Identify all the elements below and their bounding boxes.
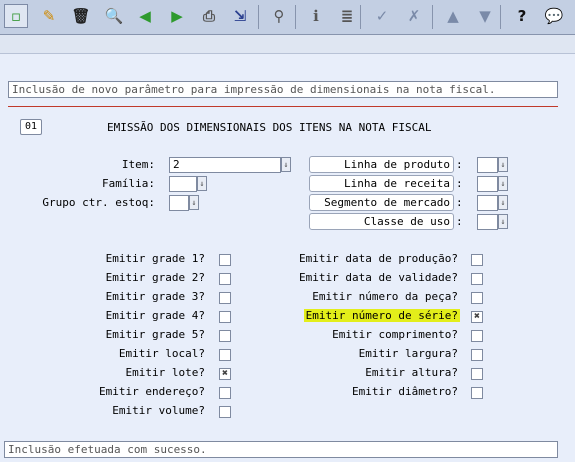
familia-input[interactable]: [169, 176, 197, 192]
first-record-icon[interactable]: ▲: [442, 5, 464, 27]
checkbox[interactable]: [471, 349, 483, 361]
search-icon[interactable]: 🔍: [103, 5, 125, 27]
description-field[interactable]: Inclusão de novo parâmetro para impressã…: [8, 81, 558, 98]
item-lookup-button[interactable]: ⇓: [281, 157, 291, 172]
checkbox[interactable]: [471, 330, 483, 342]
help-icon[interactable]: ?: [511, 5, 533, 27]
checkbox[interactable]: [219, 330, 231, 342]
colon-label: :: [456, 196, 463, 209]
checkbox-label: Emitir grade 3?: [105, 290, 205, 303]
info-icon[interactable]: ℹ: [305, 5, 327, 27]
checkbox[interactable]: ✖: [219, 368, 231, 380]
checkbox-label: Emitir grade 2?: [105, 271, 205, 284]
new-document-icon[interactable]: ▫: [4, 4, 28, 28]
grupo-lookup-button[interactable]: ⇓: [189, 195, 199, 210]
status-message: Inclusão efetuada com sucesso.: [4, 441, 558, 458]
checkbox[interactable]: [471, 387, 483, 399]
previous-icon[interactable]: ◀: [134, 5, 156, 27]
page-title: EMISSÃO DOS DIMENSIONAIS DOS ITENS NA NO…: [107, 121, 432, 134]
checkbox[interactable]: [471, 368, 483, 380]
numbered-list-icon[interactable]: ≣: [336, 5, 358, 27]
checkbox-label: Emitir volume?: [112, 404, 205, 417]
checkbox-label: Emitir lote?: [125, 366, 205, 379]
toolbar-separator: [432, 5, 433, 29]
colon-label: :: [456, 215, 463, 228]
binoculars-icon[interactable]: ⚲: [268, 5, 290, 27]
familia-lookup-button[interactable]: ⇓: [197, 176, 207, 191]
checkbox-label: Emitir grade 1?: [105, 252, 205, 265]
colon-label: :: [456, 158, 463, 171]
screen-code: 01: [20, 119, 42, 135]
checkbox-label: Emitir grade 4?: [105, 309, 205, 322]
checkbox-label: Emitir data de validade?: [299, 271, 458, 284]
familia-label: Família:: [102, 177, 155, 190]
print-icon[interactable]: ⎙: [198, 5, 220, 27]
lookup-label: Classe de uso: [309, 213, 454, 230]
toolbar-separator: [295, 5, 296, 29]
checkbox[interactable]: [219, 387, 231, 399]
checkbox-label: Emitir diâmetro?: [352, 385, 458, 398]
lookup-input[interactable]: [477, 176, 498, 192]
item-input[interactable]: 2: [169, 157, 281, 173]
checkbox-label: Emitir largura?: [358, 347, 458, 360]
trash-icon[interactable]: 🗑: [70, 5, 92, 27]
toolbar-separator: [500, 5, 501, 29]
checkmark-icon[interactable]: ✓: [371, 5, 393, 27]
toolbar-separator: [258, 5, 259, 29]
checkbox-label: Emitir comprimento?: [332, 328, 458, 341]
grupo-input[interactable]: [169, 195, 189, 211]
next-icon[interactable]: ▶: [166, 5, 188, 27]
cancel-x-icon[interactable]: ✗: [403, 5, 425, 27]
separator-line: [8, 106, 558, 107]
checkbox[interactable]: [471, 254, 483, 266]
colon-label: :: [456, 177, 463, 190]
lookup-label: Segmento de mercado: [309, 194, 454, 211]
edit-pencil-icon[interactable]: ✎: [38, 5, 60, 27]
item-label: Item:: [121, 158, 155, 171]
lookup-button[interactable]: ⇓: [498, 195, 508, 210]
lookup-button[interactable]: ⇓: [498, 157, 508, 172]
lookup-input[interactable]: [477, 214, 498, 230]
checkbox[interactable]: [219, 292, 231, 304]
checkbox[interactable]: [219, 254, 231, 266]
grupo-label: Grupo ctr. estoq:: [42, 196, 155, 209]
lookup-label: Linha de receita: [309, 175, 454, 192]
checkbox[interactable]: ✖: [471, 311, 483, 323]
chat-bubble-icon[interactable]: 💬: [543, 5, 565, 27]
checkbox-label: Emitir altura?: [365, 366, 458, 379]
checkbox[interactable]: [471, 292, 483, 304]
checkbox[interactable]: [219, 273, 231, 285]
checkbox-label: Emitir número da peça?: [312, 290, 458, 303]
lookup-button[interactable]: ⇓: [498, 176, 508, 191]
checkbox[interactable]: [219, 349, 231, 361]
checkbox-label: Emitir número de série?: [303, 309, 460, 322]
checkbox[interactable]: [219, 311, 231, 323]
lookup-input[interactable]: [477, 157, 498, 173]
checkbox[interactable]: [219, 406, 231, 418]
checkbox-label: Emitir local?: [118, 347, 205, 360]
toolbar-strip: [0, 35, 575, 54]
import-icon[interactable]: ⇲: [229, 5, 251, 27]
lookup-label: Linha de produto: [309, 156, 454, 173]
toolbar: ▫ ✎ 🗑 🔍 ◀ ▶ ⎙ ⇲ ⚲ ℹ ≣ ✓ ✗ ▲ ▼? 💬: [0, 0, 575, 35]
checkbox[interactable]: [471, 273, 483, 285]
checkbox-label: Emitir data de produção?: [299, 252, 458, 265]
lookup-button[interactable]: ⇓: [498, 214, 508, 229]
checkbox-label: Emitir grade 5?: [105, 328, 205, 341]
toolbar-separator: [360, 5, 361, 29]
last-record-icon[interactable]: ▼: [474, 5, 496, 27]
lookup-input[interactable]: [477, 195, 498, 211]
checkbox-label: Emitir endereço?: [99, 385, 205, 398]
